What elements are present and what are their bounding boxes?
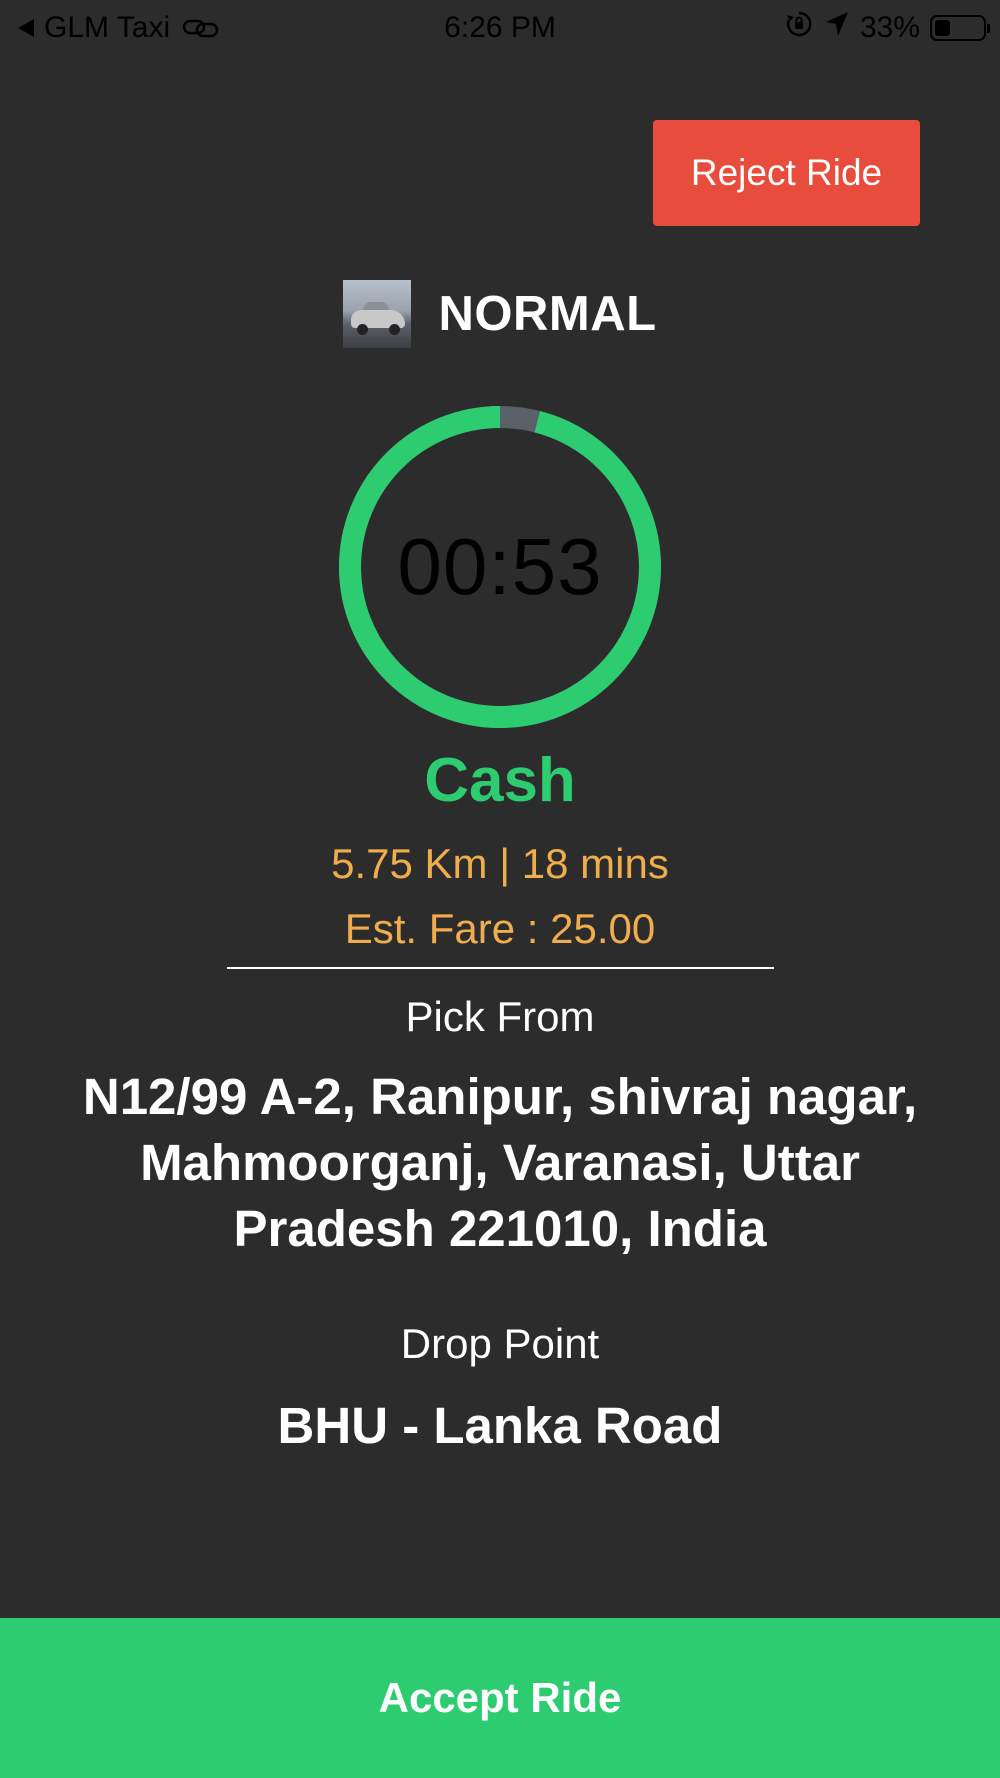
pick-address: N12/99 A-2, Ranipur, shivraj nagar, Mahm… xyxy=(82,1068,918,1257)
car-type-label: NORMAL xyxy=(438,287,657,341)
drop-point-label: Drop Point xyxy=(400,1320,600,1367)
reject-ride-button[interactable]: Reject Ride xyxy=(653,120,920,226)
payment-method: Cash xyxy=(424,746,576,815)
estimated-fare: Est. Fare : 25.00 xyxy=(344,905,656,952)
location-arrow-icon xyxy=(824,10,850,46)
status-bar: GLM Taxi 6:26 PM 33% xyxy=(0,0,1000,56)
accept-ride-button[interactable]: Accept Ride xyxy=(0,1618,1000,1778)
timer-value: 00:53 xyxy=(397,522,603,611)
drop-address: BHU - Lanka Road xyxy=(277,1397,723,1454)
pick-from-label: Pick From xyxy=(405,993,595,1040)
countdown-timer: 00:53 xyxy=(339,406,661,728)
car-type-row: NORMAL xyxy=(0,280,1000,348)
battery-percent: 33% xyxy=(859,11,920,44)
distance-time: 5.75 Km | 18 mins xyxy=(331,840,669,887)
orientation-lock-icon xyxy=(784,9,814,47)
car-image xyxy=(343,280,412,348)
battery-icon xyxy=(930,15,990,41)
divider xyxy=(227,967,774,969)
battery-level xyxy=(935,20,951,36)
